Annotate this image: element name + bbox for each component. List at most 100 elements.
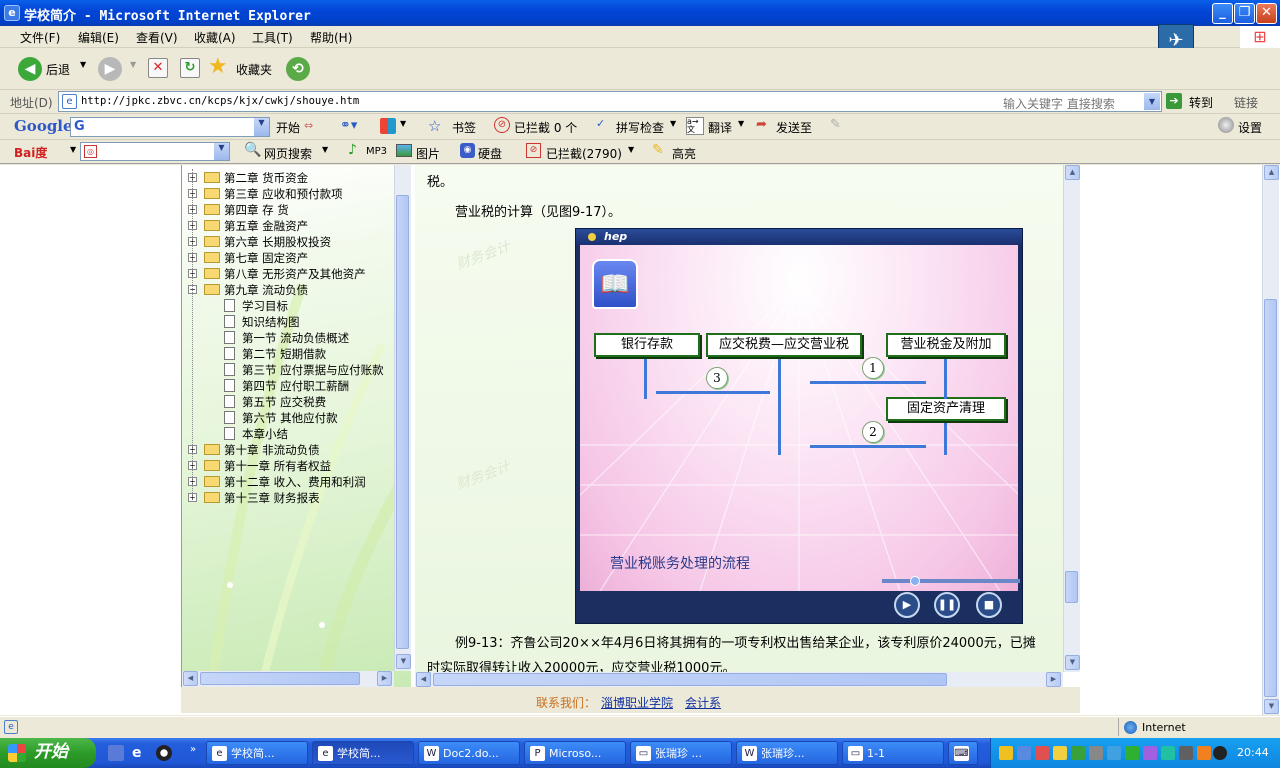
taskbar-button[interactable]: P Microso...	[524, 741, 626, 765]
google-search-input[interactable]: G ▼	[70, 117, 270, 137]
google-apps-icon[interactable]	[380, 118, 396, 134]
tree-section-item[interactable]: 第三节 应付票据与应付账款	[182, 361, 396, 377]
scroll-down-icon[interactable]: ▼	[1264, 699, 1279, 714]
tree-scroll-thumb[interactable]	[396, 195, 409, 649]
tray-network-icon[interactable]	[1017, 746, 1031, 760]
image-icon[interactable]	[396, 144, 412, 157]
menu-favorites[interactable]: 收藏(A)	[194, 29, 236, 46]
tray-phone-icon[interactable]	[1161, 746, 1175, 760]
article-horizontal-scrollbar[interactable]: ◀ ▶	[415, 672, 1063, 688]
tree-section-item[interactable]: 学习目标	[182, 297, 396, 313]
bookmarks-button[interactable]: 书签	[452, 119, 476, 136]
tree-section-item[interactable]: 本章小结	[182, 425, 396, 441]
scroll-right-icon[interactable]: ▶	[1046, 672, 1061, 687]
baidu-menu-dropdown-icon[interactable]: ▼	[70, 145, 76, 154]
forward-dropdown-icon[interactable]: ▼	[130, 60, 136, 69]
tray-display-icon[interactable]	[1179, 746, 1193, 760]
tree-chapter-item[interactable]: + 第四章 存 货	[182, 201, 396, 217]
tray-update-icon[interactable]	[1071, 746, 1085, 760]
baidu-blocked-count[interactable]: 已拦截(2790)	[546, 145, 622, 162]
popup-blocker-icon[interactable]: ⊘	[494, 117, 510, 133]
blocked-dropdown-icon[interactable]: ▼	[628, 145, 634, 154]
taskbar-button[interactable]: ▭ 1-1	[842, 741, 944, 765]
tree-section-item[interactable]: 第一节 流动负债概述	[182, 329, 396, 345]
tray-umbrella-icon[interactable]	[1125, 746, 1139, 760]
spellcheck-dropdown-icon[interactable]: ▼	[670, 119, 676, 128]
menu-help[interactable]: 帮助(H)	[310, 29, 352, 46]
tree-chapter-item[interactable]: + 第十一章 所有者权益	[182, 457, 396, 473]
back-dropdown-icon[interactable]: ▼	[80, 60, 86, 69]
tree-section-item[interactable]: 第四节 应付职工薪酬	[182, 377, 396, 393]
play-icon[interactable]: ▶	[894, 592, 920, 618]
google-start-button[interactable]: 开始	[276, 119, 300, 136]
translate-button[interactable]: 翻译	[708, 119, 732, 136]
address-dropdown-icon[interactable]: ▼	[1144, 93, 1160, 110]
refresh-icon[interactable]: ↻	[180, 58, 200, 78]
highlight-pen-icon[interactable]: ✎	[652, 142, 664, 158]
scroll-right-icon[interactable]: ▶	[377, 671, 392, 686]
tree-chapter-item[interactable]: + 第三章 应收和预付款项	[182, 185, 396, 201]
link-icon[interactable]: ⚭▾	[340, 118, 357, 133]
search-icon[interactable]: 🔍	[244, 142, 261, 158]
apps-dropdown-icon[interactable]: ▼	[400, 119, 406, 128]
highlighter-icon[interactable]: ✎	[830, 117, 841, 132]
menu-edit[interactable]: 编辑(E)	[78, 29, 119, 46]
image-button[interactable]: 图片	[416, 145, 440, 162]
baidu-search-input[interactable]: ◎ ▼	[80, 142, 230, 161]
minimize-button[interactable]: _	[1212, 3, 1233, 24]
tree-chapter-item[interactable]: + 第十三章 财务报表	[182, 489, 396, 505]
start-button[interactable]: 开始	[0, 738, 96, 768]
taskbar-button[interactable]: W Doc2.do...	[418, 741, 520, 765]
sendto-icon[interactable]: ➦	[756, 117, 767, 132]
tree-chapter-item[interactable]: + 第六章 长期股权投资	[182, 233, 396, 249]
tray-monitor-icon[interactable]	[1089, 746, 1103, 760]
google-blocked-count[interactable]: 已拦截 0 个	[514, 119, 577, 136]
links-label[interactable]: 链接	[1234, 94, 1258, 111]
go-arrow-icon[interactable]: ➔	[1166, 93, 1182, 109]
tree-chapter-item[interactable]: + 第八章 无形资产及其他资产	[182, 265, 396, 281]
window-vertical-scrollbar[interactable]: ▲ ▼	[1262, 165, 1279, 715]
tree-chapter-item[interactable]: + 第十章 非流动负债	[182, 441, 396, 457]
favorites-button-label[interactable]: 收藏夹	[236, 61, 272, 78]
maximize-button[interactable]: ❐	[1234, 3, 1255, 24]
close-button[interactable]: ✕	[1256, 3, 1277, 24]
music-note-icon[interactable]: ♪	[348, 142, 357, 158]
forward-arrow-icon[interactable]: ▶	[98, 57, 122, 81]
back-button-label[interactable]: 后退	[46, 61, 70, 78]
back-arrow-icon[interactable]: ◀	[18, 57, 42, 81]
scroll-left-icon[interactable]: ◀	[183, 671, 198, 686]
go-button[interactable]: 转到	[1189, 94, 1213, 111]
pagerank-icon[interactable]: ⇔	[304, 119, 313, 132]
taskbar-button[interactable]: W 张瑞珍...	[736, 741, 838, 765]
spellcheck-icon[interactable]: ✓	[596, 117, 605, 130]
quicklaunch-ie-icon[interactable]: e	[132, 745, 148, 761]
scroll-up-icon[interactable]: ▲	[1065, 165, 1080, 180]
disk-icon[interactable]: ◉	[460, 143, 475, 158]
article-scroll-thumb[interactable]	[1065, 571, 1078, 603]
history-icon[interactable]: ⟲	[286, 57, 310, 81]
tree-chapter-item[interactable]: + 第五章 金融资产	[182, 217, 396, 233]
tree-section-item[interactable]: 知识结构图	[182, 313, 396, 329]
flash-progress-knob[interactable]	[910, 576, 920, 586]
tray-input-icon[interactable]	[1107, 746, 1121, 760]
flash-progress-track[interactable]	[882, 579, 1020, 583]
article-vertical-scrollbar[interactable]: ▲ ▼	[1063, 165, 1080, 672]
highlight-button[interactable]: 高亮	[672, 145, 696, 162]
quicklaunch-qq-icon[interactable]	[156, 745, 172, 761]
stop-icon[interactable]: ✕	[148, 58, 168, 78]
disk-button[interactable]: 硬盘	[478, 145, 502, 162]
scroll-down-icon[interactable]: ▼	[396, 654, 411, 669]
settings-gear-icon[interactable]	[1218, 117, 1234, 133]
address-input[interactable]: e http://jpkc.zbvc.cn/kcps/kjx/cwkj/shou…	[58, 91, 1162, 112]
menu-file[interactable]: 文件(F)	[20, 29, 60, 46]
department-link[interactable]: 会计系	[685, 694, 721, 711]
tree-hscroll-thumb[interactable]	[200, 672, 360, 685]
tree-chapter-item[interactable]: + 第十二章 收入、费用和利润	[182, 473, 396, 489]
tree-section-item[interactable]: 第六节 其他应付款	[182, 409, 396, 425]
taskbar-button[interactable]: e 学校简...	[206, 741, 308, 765]
search-dropdown-icon[interactable]: ▼	[322, 145, 328, 154]
tray-app-icon[interactable]	[1143, 746, 1157, 760]
pause-icon[interactable]: ❚❚	[934, 592, 960, 618]
scroll-up-icon[interactable]: ▲	[1264, 165, 1279, 180]
chevron-down-icon[interactable]: ▼	[254, 118, 269, 136]
